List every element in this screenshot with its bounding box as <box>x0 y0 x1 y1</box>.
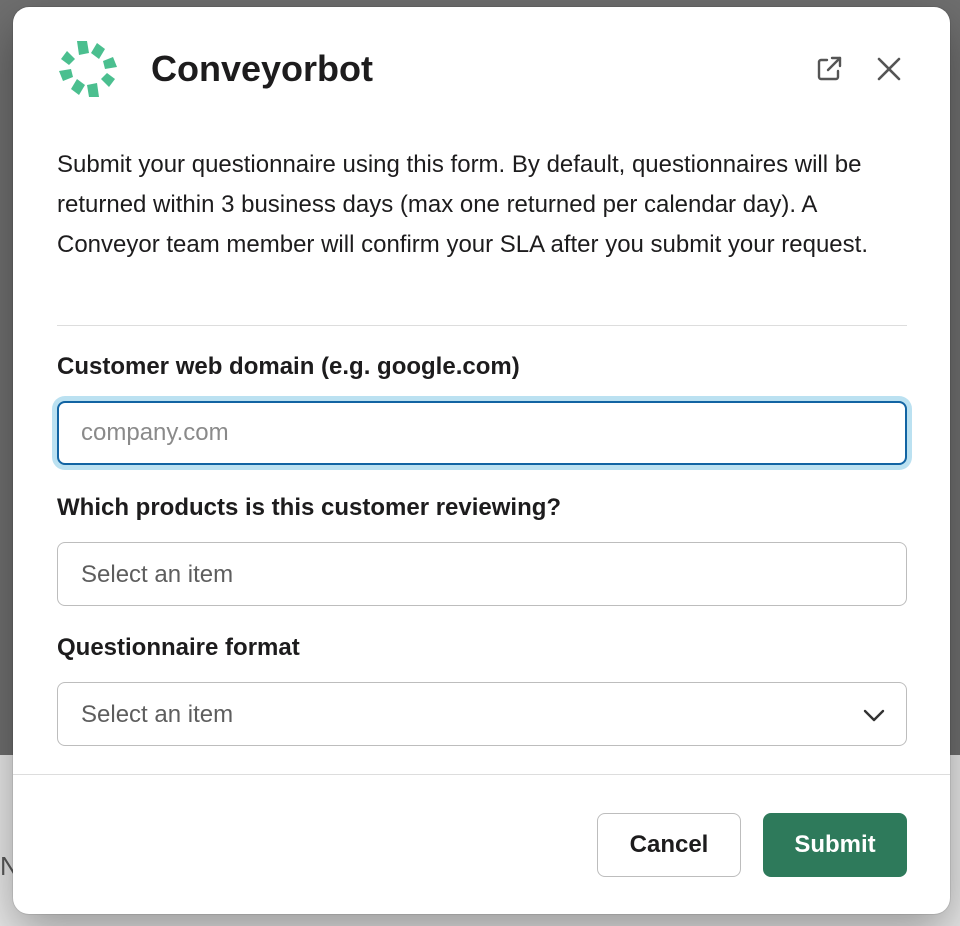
cancel-button[interactable]: Cancel <box>597 813 741 877</box>
format-select[interactable]: Select an item <box>57 682 907 746</box>
conveyorbot-modal: Conveyorbot Submit your questionnaire us… <box>13 7 950 914</box>
close-icon <box>877 57 901 81</box>
products-select-placeholder: Select an item <box>81 561 234 588</box>
customer-domain-input[interactable] <box>57 401 907 465</box>
products-field-label: Which products is this customer reviewin… <box>57 494 562 521</box>
products-select[interactable]: Select an item <box>57 542 907 606</box>
format-field-label: Questionnaire format <box>57 634 300 661</box>
conveyorbot-logo-icon <box>59 41 117 97</box>
external-link-icon <box>817 56 842 81</box>
modal-header: Conveyorbot <box>13 7 950 127</box>
format-select-placeholder: Select an item <box>81 701 234 728</box>
section-divider <box>57 325 907 326</box>
app-title: Conveyorbot <box>151 48 374 89</box>
domain-field-label: Customer web domain (e.g. google.com) <box>57 353 520 380</box>
open-in-new-button[interactable] <box>809 49 849 89</box>
close-button[interactable] <box>869 49 909 89</box>
modal-body: Submit your questionnaire using this for… <box>57 145 907 265</box>
chevron-down-icon <box>863 709 885 722</box>
footer-divider <box>13 774 950 775</box>
submit-button[interactable]: Submit <box>763 813 907 877</box>
form-description: Submit your questionnaire using this for… <box>57 151 868 258</box>
